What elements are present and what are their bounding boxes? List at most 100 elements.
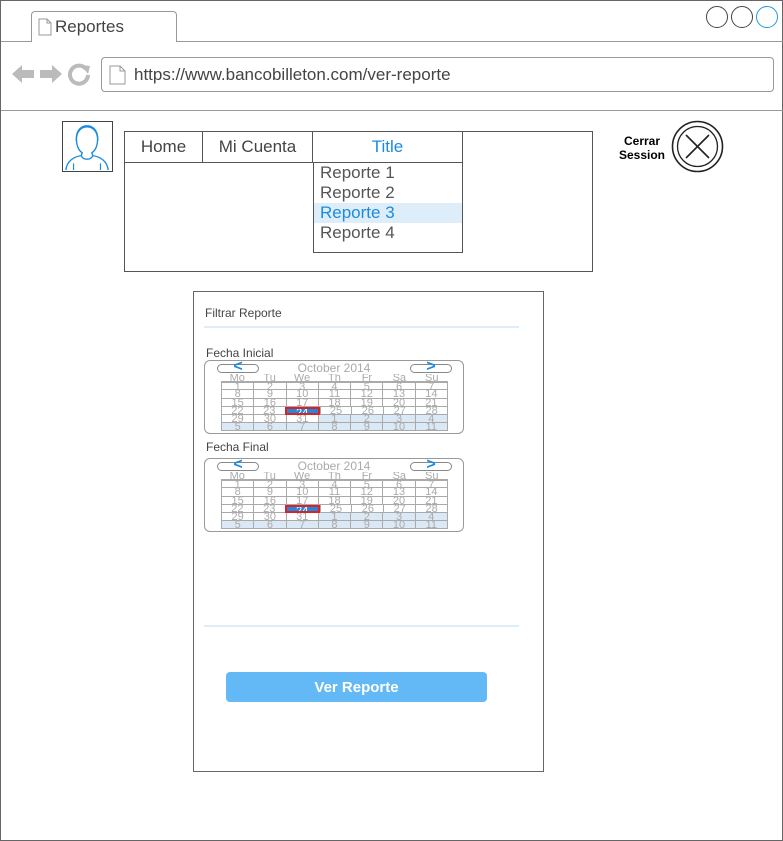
calendar-day[interactable]: 20	[382, 496, 415, 505]
maximize-button[interactable]	[731, 6, 753, 28]
calendar-day[interactable]: 1	[221, 383, 254, 391]
calendar-day[interactable]: 4	[317, 481, 351, 489]
calendar-day[interactable]: 4	[317, 383, 351, 391]
calendar-day[interactable]: 29	[221, 512, 254, 522]
calendar-day[interactable]: 3	[382, 512, 415, 522]
calendar-day[interactable]: 27	[383, 406, 416, 415]
calendar-day[interactable]: 15	[221, 398, 254, 407]
calendar-day[interactable]: 2	[350, 512, 383, 522]
calendar-day[interactable]: 11	[414, 521, 448, 530]
calendar-day[interactable]: 31	[285, 512, 318, 522]
dropdown-item-reporte-4[interactable]: Reporte 4	[314, 223, 462, 243]
menu-tab-title[interactable]: Title	[313, 132, 463, 163]
calendar-day[interactable]: 10	[382, 521, 415, 530]
dropdown-item-reporte-3[interactable]: Reporte 3	[314, 203, 462, 223]
calendar-day[interactable]: 16	[253, 496, 286, 505]
calendar-day[interactable]: 16	[253, 398, 286, 407]
calendar-day[interactable]: 12	[350, 488, 383, 497]
calendar-day[interactable]: 13	[382, 488, 415, 497]
calendar-day[interactable]: 10	[382, 423, 415, 432]
calendar-day[interactable]: 24	[284, 504, 320, 513]
calendar-day[interactable]: 27	[383, 504, 416, 513]
calendar-day[interactable]: 9	[253, 390, 286, 399]
dropdown-item-reporte-1[interactable]: Reporte 1	[314, 163, 462, 183]
calendar-day[interactable]: 25	[319, 504, 352, 513]
back-arrow-icon[interactable]	[11, 62, 35, 86]
menu-tab-mi-cuenta[interactable]: Mi Cuenta	[203, 132, 313, 163]
calendar-day[interactable]: 2	[253, 481, 286, 489]
address-bar[interactable]: https://www.bancobilleton.com/ver-report…	[101, 57, 774, 92]
calendar-day[interactable]: 11	[414, 423, 448, 432]
calendar-day[interactable]: 12	[350, 390, 383, 399]
end-date-calendar[interactable]: October 2014 < > Mo Tu We Th Fr Sa Su 1 2 3 4 5 6 7 8 9 10 1…	[204, 457, 464, 532]
close-window-button[interactable]	[756, 6, 778, 28]
calendar-day[interactable]: 14	[414, 390, 448, 399]
reload-icon[interactable]	[67, 62, 91, 86]
calendar-day[interactable]: 19	[350, 496, 383, 505]
calendar-day[interactable]: 30	[253, 512, 286, 522]
calendar-day[interactable]: 6	[253, 521, 286, 530]
calendar-day[interactable]: 25	[319, 406, 352, 415]
calendar-day[interactable]: 21	[414, 398, 448, 407]
calendar-day[interactable]: 1	[317, 512, 351, 522]
minimize-button[interactable]	[706, 6, 728, 28]
close-circle-icon[interactable]	[671, 120, 724, 173]
calendar-day[interactable]: 23	[252, 504, 285, 513]
calendar-day[interactable]: 11	[317, 488, 351, 497]
calendar-day[interactable]: 15	[221, 496, 254, 505]
dropdown-item-reporte-2[interactable]: Reporte 2	[314, 183, 462, 203]
menu-tab-home[interactable]: Home	[125, 132, 203, 163]
calendar-day[interactable]: 23	[252, 406, 285, 415]
calendar-day[interactable]: 30	[253, 414, 286, 424]
calendar-day[interactable]: 8	[317, 521, 351, 530]
calendar-day[interactable]: 10	[285, 488, 318, 497]
user-avatar[interactable]	[62, 121, 113, 172]
calendar-day[interactable]: 31	[285, 414, 318, 424]
calendar-day[interactable]: 22	[221, 406, 253, 415]
calendar-day[interactable]: 14	[414, 488, 448, 497]
calendar-day[interactable]: 2	[253, 383, 286, 391]
calendar-day[interactable]: 9	[350, 423, 383, 432]
calendar-day[interactable]: 26	[351, 504, 384, 513]
calendar-day[interactable]: 10	[285, 390, 318, 399]
calendar-day[interactable]: 24	[284, 406, 320, 415]
calendar-day[interactable]: 9	[253, 488, 286, 497]
calendar-day[interactable]: 8	[221, 390, 254, 399]
calendar-day[interactable]: 8	[317, 423, 351, 432]
prev-month-button[interactable]: <	[217, 457, 259, 473]
calendar-day[interactable]: 20	[382, 398, 415, 407]
calendar-day[interactable]: 4	[414, 414, 448, 424]
start-date-calendar[interactable]: October 2014 < > Mo Tu We Th Fr Sa Su 1 2 3 4 5 6 7 8 9 10 1…	[204, 359, 464, 434]
ver-reporte-button[interactable]: Ver Reporte	[226, 672, 487, 702]
calendar-day[interactable]: 5	[350, 481, 383, 489]
calendar-day[interactable]: 1	[221, 481, 254, 489]
calendar-day[interactable]: 17	[285, 398, 318, 407]
calendar-day[interactable]: 8	[221, 488, 254, 497]
next-month-button[interactable]: >	[410, 457, 452, 473]
calendar-day[interactable]: 18	[317, 496, 351, 505]
calendar-day[interactable]: 29	[221, 414, 254, 424]
calendar-day[interactable]: 26	[351, 406, 384, 415]
calendar-day[interactable]: 5	[221, 521, 254, 530]
prev-month-button[interactable]: <	[217, 359, 259, 375]
calendar-day[interactable]: 21	[414, 496, 448, 505]
calendar-day[interactable]: 5	[221, 423, 254, 432]
calendar-day[interactable]: 7	[414, 383, 448, 391]
calendar-day[interactable]: 1	[317, 414, 351, 424]
calendar-day[interactable]: 3	[285, 383, 318, 391]
calendar-day[interactable]: 11	[317, 390, 351, 399]
calendar-day[interactable]: 7	[285, 423, 318, 432]
calendar-day[interactable]: 28	[415, 504, 449, 513]
calendar-day[interactable]: 18	[317, 398, 351, 407]
calendar-day[interactable]: 3	[285, 481, 318, 489]
forward-arrow-icon[interactable]	[39, 62, 63, 86]
calendar-day[interactable]: 22	[221, 504, 253, 513]
calendar-day[interactable]: 6	[382, 481, 415, 489]
calendar-day[interactable]: 9	[350, 521, 383, 530]
calendar-day[interactable]: 5	[350, 383, 383, 391]
calendar-day[interactable]: 19	[350, 398, 383, 407]
calendar-day[interactable]: 2	[350, 414, 383, 424]
calendar-day[interactable]: 6	[253, 423, 286, 432]
calendar-day[interactable]: 17	[285, 496, 318, 505]
browser-tab[interactable]: Reportes	[31, 11, 177, 42]
